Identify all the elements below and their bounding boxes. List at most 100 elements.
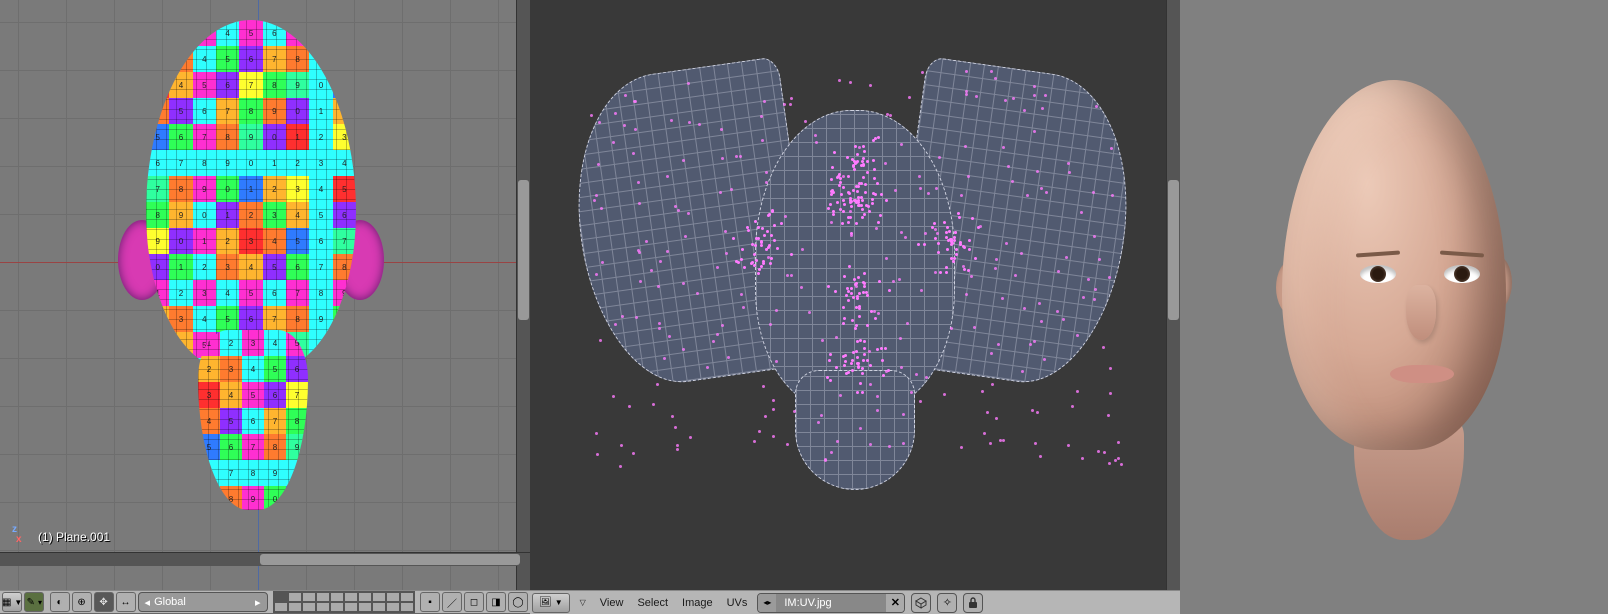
uv-vertex[interactable] xyxy=(1097,450,1100,453)
uv-vertex[interactable] xyxy=(1102,346,1105,349)
uv-vertex[interactable] xyxy=(830,178,833,181)
uv-vertex[interactable] xyxy=(1076,334,1079,337)
uv-vertex[interactable] xyxy=(841,222,844,225)
uv-vertex[interactable] xyxy=(925,376,928,379)
uv-vertex[interactable] xyxy=(889,114,892,117)
uv-vertex[interactable] xyxy=(863,347,866,350)
uv-vertex[interactable] xyxy=(765,181,768,184)
uv-vertex[interactable] xyxy=(671,415,674,418)
uv-vertex[interactable] xyxy=(712,340,715,343)
uv-vertex[interactable] xyxy=(682,282,685,285)
uv-vertex[interactable] xyxy=(595,194,598,197)
uv-vertex[interactable] xyxy=(974,257,977,260)
uv-vertex[interactable] xyxy=(869,84,872,87)
edited-mesh-head[interactable]: 1234567892345678903456789014567890125678… xyxy=(108,20,394,505)
uv-vertex[interactable] xyxy=(973,326,976,329)
menu-uvs[interactable]: UVs xyxy=(723,597,752,609)
uv-vertex[interactable] xyxy=(900,366,903,369)
uv-vertex[interactable] xyxy=(652,403,655,406)
uv-vertex[interactable] xyxy=(857,362,860,365)
uv-vertex[interactable] xyxy=(986,411,989,414)
uv-vertex[interactable] xyxy=(635,316,638,319)
uv-vertex[interactable] xyxy=(638,202,641,205)
uv-vertex[interactable] xyxy=(623,124,626,127)
uv-vertex[interactable] xyxy=(590,114,593,117)
proportional-edit[interactable]: ◯ xyxy=(508,592,528,612)
uv-vertex[interactable] xyxy=(1114,459,1117,462)
uv-vertex[interactable] xyxy=(849,81,852,84)
uv-vertex[interactable] xyxy=(943,393,946,396)
uv-vertex[interactable] xyxy=(1107,414,1110,417)
uv-vertex[interactable] xyxy=(698,123,701,126)
uv-vertex[interactable] xyxy=(965,93,968,96)
uv-vertex[interactable] xyxy=(753,253,756,256)
uv-vertex[interactable] xyxy=(628,405,631,408)
uv-vertex[interactable] xyxy=(761,139,764,142)
uv-vertex[interactable] xyxy=(946,248,949,251)
uv-vertex[interactable] xyxy=(735,260,738,263)
uv-vertex[interactable] xyxy=(769,262,772,265)
uv-vertex[interactable] xyxy=(764,415,767,418)
uv-vertex[interactable] xyxy=(884,162,887,165)
uv-vertex[interactable] xyxy=(876,182,879,185)
uv-canvas[interactable] xyxy=(530,0,1180,590)
uv-vertex[interactable] xyxy=(634,128,637,131)
uv-vertex[interactable] xyxy=(888,445,891,448)
uv-vertex[interactable] xyxy=(861,367,864,370)
editor-type-menu[interactable]: ▦▼ xyxy=(2,592,22,612)
mode-menu[interactable]: ✎▾ xyxy=(24,592,44,612)
uv-vertex[interactable] xyxy=(595,273,598,276)
uv-vertex[interactable] xyxy=(900,143,903,146)
uv-vertex[interactable] xyxy=(885,370,888,373)
uv-vertex[interactable] xyxy=(863,285,866,288)
uv-vertex[interactable] xyxy=(1036,411,1039,414)
uv-vertex[interactable] xyxy=(688,121,691,124)
uv-vertex[interactable] xyxy=(595,432,598,435)
uv-vertex[interactable] xyxy=(784,215,787,218)
uv-vertex[interactable] xyxy=(599,339,602,342)
menu-collapse-toggle[interactable]: ▽ xyxy=(576,598,590,607)
uv-vertex[interactable] xyxy=(1095,105,1098,108)
uv-vertex[interactable] xyxy=(1021,370,1024,373)
uv-vertex[interactable] xyxy=(892,280,895,283)
uv-vertex[interactable] xyxy=(869,364,872,367)
uv-vertex[interactable] xyxy=(830,193,833,196)
uv-vertex[interactable] xyxy=(755,259,758,262)
uv-vertex[interactable] xyxy=(882,374,885,377)
uv-vertex[interactable] xyxy=(847,371,850,374)
uv-vertex[interactable] xyxy=(848,265,851,268)
uv-vertex[interactable] xyxy=(933,222,936,225)
uv-vertex[interactable] xyxy=(927,192,930,195)
uv-vertex[interactable] xyxy=(760,265,763,268)
uv-vertex[interactable] xyxy=(593,199,596,202)
uv-vertex[interactable] xyxy=(862,359,865,362)
uv-vertex[interactable] xyxy=(753,264,756,267)
uv-vertex[interactable] xyxy=(727,356,730,359)
uv-vertex[interactable] xyxy=(952,260,955,263)
render-viewport[interactable] xyxy=(1180,0,1608,614)
uv-vertex[interactable] xyxy=(637,181,640,184)
image-browse-dropdown[interactable]: ◂▸ xyxy=(758,594,776,612)
uv-vertex[interactable] xyxy=(1117,441,1120,444)
uv-vertex[interactable] xyxy=(995,417,998,420)
uv-vertex[interactable] xyxy=(620,444,623,447)
uv-vertex[interactable] xyxy=(873,310,876,313)
uv-vertex[interactable] xyxy=(1093,235,1096,238)
sel-mode-edge[interactable]: ／ xyxy=(442,592,462,612)
uv-vertex[interactable] xyxy=(666,250,669,253)
uv-vertex[interactable] xyxy=(884,347,887,350)
uv-vertex[interactable] xyxy=(846,156,849,159)
uv-vertex[interactable] xyxy=(919,400,922,403)
uv-vertex[interactable] xyxy=(770,234,773,237)
uv-vertex[interactable] xyxy=(1029,343,1032,346)
uv-vertex[interactable] xyxy=(860,196,863,199)
uv-vertex[interactable] xyxy=(753,440,756,443)
uv-vertex[interactable] xyxy=(1081,457,1084,460)
uv-vertex[interactable] xyxy=(632,452,635,455)
uv-vertex[interactable] xyxy=(761,227,764,230)
uv-vertex[interactable] xyxy=(981,390,984,393)
uv-vertex[interactable] xyxy=(934,237,937,240)
uv-vertex[interactable] xyxy=(741,248,744,251)
uv-vertex[interactable] xyxy=(857,199,860,202)
uv-vertex[interactable] xyxy=(716,333,719,336)
